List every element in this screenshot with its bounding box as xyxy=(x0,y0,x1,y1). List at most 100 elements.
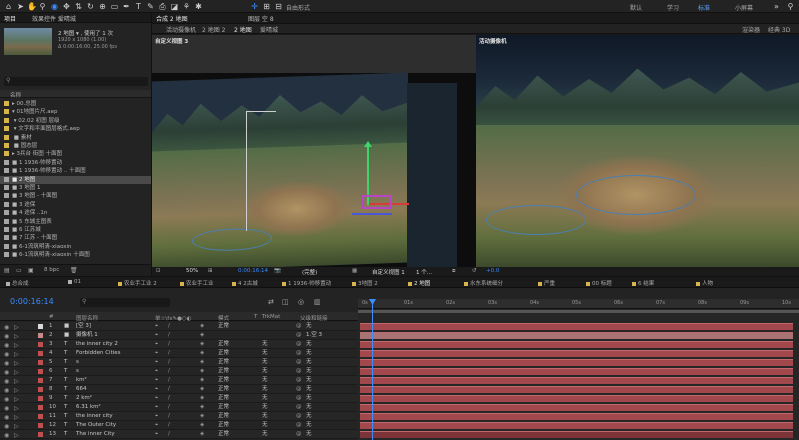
tab-comp[interactable]: 农业手工业 xyxy=(180,279,214,287)
project-item[interactable]: ▸ 3兵台 街图 十面图 xyxy=(0,150,151,158)
project-item[interactable]: ■ 1 1936-帅移置动 xyxy=(0,159,151,167)
layer-label-color[interactable] xyxy=(38,423,43,428)
parent-dropdown[interactable]: 无 xyxy=(306,349,312,358)
world-axis-icon[interactable]: ⊞ xyxy=(262,2,271,11)
blend-mode-dropdown[interactable]: 正常 xyxy=(218,412,229,421)
layer-duration-bar[interactable] xyxy=(360,431,793,438)
fit-icon[interactable]: ⊞ xyxy=(208,268,213,274)
breadcrumb-item[interactable]: 活动摄像机 xyxy=(166,25,196,34)
trkmat-dropdown[interactable]: 无 xyxy=(262,394,268,403)
layer-row[interactable]: ◉ ▷ 4 T Forbidden Cities ⌖ ∕ ◈ 正常无 @ 无 xyxy=(0,349,358,358)
shy-switch-icon[interactable]: ⌖ xyxy=(155,376,158,385)
left-viewport[interactable]: 自定义视图 3 xyxy=(152,35,476,267)
interpret-footage-icon[interactable]: ▤ xyxy=(4,267,10,274)
layer-duration-bar[interactable] xyxy=(360,323,793,330)
pick-whip-icon[interactable]: @ xyxy=(296,385,302,394)
layer-name[interactable]: The Outer City xyxy=(76,421,116,430)
project-item[interactable]: ▾ 02.02 初图 层级 xyxy=(0,117,151,125)
pick-whip-icon[interactable]: @ xyxy=(296,394,302,403)
current-time-indicator[interactable] xyxy=(372,299,373,440)
pick-whip-icon[interactable]: @ xyxy=(296,322,302,331)
project-item[interactable]: ▾ 01地图片尺.aep xyxy=(0,108,151,116)
audio-icon[interactable]: ▷ xyxy=(14,431,19,440)
pick-whip-icon[interactable]: @ xyxy=(296,430,302,439)
layer-name[interactable]: Forbidden Cities xyxy=(76,349,121,358)
3d-layer-switch-icon[interactable]: ◈ xyxy=(200,349,204,358)
layer-row[interactable]: ◉ ▷ 9 T 2 km² ⌖ ∕ ◈ 正常无 @ 无 xyxy=(0,394,358,403)
auto-open-label[interactable]: 自由形式 xyxy=(286,3,310,12)
work-area-bar[interactable] xyxy=(358,310,799,313)
parent-dropdown[interactable]: 无 xyxy=(306,385,312,394)
graph-editor-icon[interactable]: ▥ xyxy=(314,298,321,306)
quality-switch-icon[interactable]: ∕ xyxy=(168,340,170,349)
shy-switch-icon[interactable]: ⌖ xyxy=(155,358,158,367)
3d-layer-switch-icon[interactable]: ◈ xyxy=(200,421,204,430)
shy-switch-icon[interactable]: ⌖ xyxy=(155,340,158,349)
layer-duration-bar[interactable] xyxy=(360,368,793,375)
hand-tool-icon[interactable]: ✋ xyxy=(27,2,37,11)
column-layer-name[interactable]: 图层名称 xyxy=(76,314,98,322)
parent-dropdown[interactable]: 无 xyxy=(306,412,312,421)
layer-label-color[interactable] xyxy=(38,324,43,329)
magnification-icon[interactable]: ⊡ xyxy=(156,268,161,274)
project-item[interactable]: ■ 3 地图 - 十面图 xyxy=(0,192,151,200)
text-tool-icon[interactable]: T xyxy=(134,2,143,11)
parent-dropdown[interactable]: 无 xyxy=(306,322,312,331)
rotate-tool-icon[interactable]: ↻ xyxy=(86,2,95,11)
layer-name[interactable]: 2 km² xyxy=(76,394,92,403)
layer-label-color[interactable] xyxy=(38,333,43,338)
layer-row[interactable]: ◉ ▷ 8 T 664 ⌖ ∕ ◈ 正常无 @ 无 xyxy=(0,385,358,394)
pick-whip-icon[interactable]: @ xyxy=(296,340,302,349)
3d-axis-icon[interactable]: ✛ xyxy=(250,2,259,11)
pick-whip-icon[interactable]: @ xyxy=(296,412,302,421)
layer-duration-bar[interactable] xyxy=(360,422,793,429)
parent-dropdown[interactable]: 无 xyxy=(306,376,312,385)
parent-dropdown[interactable]: 无 xyxy=(306,367,312,376)
blend-mode-dropdown[interactable]: 正常 xyxy=(218,421,229,430)
project-item[interactable]: ■ 3 途保 xyxy=(0,201,151,209)
3d-layer-switch-icon[interactable]: ◈ xyxy=(200,394,204,403)
quality-switch-icon[interactable]: ∕ xyxy=(168,367,170,376)
layer-name[interactable]: km² xyxy=(76,376,87,385)
layer-duration-bar[interactable] xyxy=(360,377,793,384)
layer-name[interactable]: 摄像机 1 xyxy=(76,331,98,340)
renderer-value[interactable]: 经典 3D xyxy=(768,25,790,34)
camera-orbit-icon[interactable]: ◉ xyxy=(50,2,59,11)
zoom-tool-icon[interactable]: ⚲ xyxy=(38,2,47,11)
layer-row[interactable]: ◉ ▷ 6 Ts ⌖ ∕ ◈ 正常无 @ 无 xyxy=(0,367,358,376)
pen-tool-icon[interactable]: ✒ xyxy=(122,2,131,11)
quality-switch-icon[interactable]: ∕ xyxy=(168,394,170,403)
tab-effect-controls[interactable]: 效果控件 爱晴城 xyxy=(32,14,76,23)
pick-whip-icon[interactable]: @ xyxy=(296,367,302,376)
trkmat-dropdown[interactable]: 无 xyxy=(262,367,268,376)
composition-flowchart-icon[interactable]: ⇄ xyxy=(268,298,274,306)
project-item[interactable]: ▸ 00.总图 xyxy=(0,100,151,108)
tab-project[interactable]: 项目 xyxy=(4,14,16,23)
project-item[interactable]: ■ 2 地图 xyxy=(0,175,151,184)
layer-name[interactable]: s xyxy=(76,367,79,376)
pick-whip-icon[interactable]: @ xyxy=(296,358,302,367)
brush-tool-icon[interactable]: ✎ xyxy=(146,2,155,11)
column-name[interactable]: 名称 xyxy=(10,91,21,99)
layer-name[interactable]: [空 3] xyxy=(76,322,91,331)
trkmat-dropdown[interactable]: 无 xyxy=(262,403,268,412)
layer-label-color[interactable] xyxy=(38,351,43,356)
tab-comp[interactable]: 农业手工业 2 xyxy=(118,279,157,287)
quality-switch-icon[interactable]: ∕ xyxy=(168,385,170,394)
layer-label-color[interactable] xyxy=(38,387,43,392)
3d-layer-switch-icon[interactable]: ◈ xyxy=(200,385,204,394)
3d-layer-switch-icon[interactable]: ◈ xyxy=(200,376,204,385)
workspace-learn[interactable]: 学习 xyxy=(667,3,679,12)
bit-depth-label[interactable]: 8 bpc xyxy=(44,267,59,273)
project-item[interactable]: ■ 3 地图 1 xyxy=(0,184,151,192)
motion-blur-icon[interactable]: ◎ xyxy=(298,298,304,306)
quality-switch-icon[interactable]: ∕ xyxy=(168,403,170,412)
layer-label-color[interactable] xyxy=(38,405,43,410)
home-icon[interactable]: ⌂ xyxy=(4,2,13,11)
project-item[interactable]: ■ 7 江苏 - 十面图 xyxy=(0,234,151,242)
reset-exposure-icon[interactable]: ↺ xyxy=(472,268,477,274)
layer-row[interactable]: ◉ ▷ 2 ■ 摄像机 1 ⌖ ∕ ◈ @1.空 3 xyxy=(0,331,358,340)
breadcrumb-item[interactable]: 2 地图 xyxy=(234,25,252,34)
3d-layer-switch-icon[interactable]: ◈ xyxy=(200,412,204,421)
parent-dropdown[interactable]: 1.空 3 xyxy=(306,331,322,340)
